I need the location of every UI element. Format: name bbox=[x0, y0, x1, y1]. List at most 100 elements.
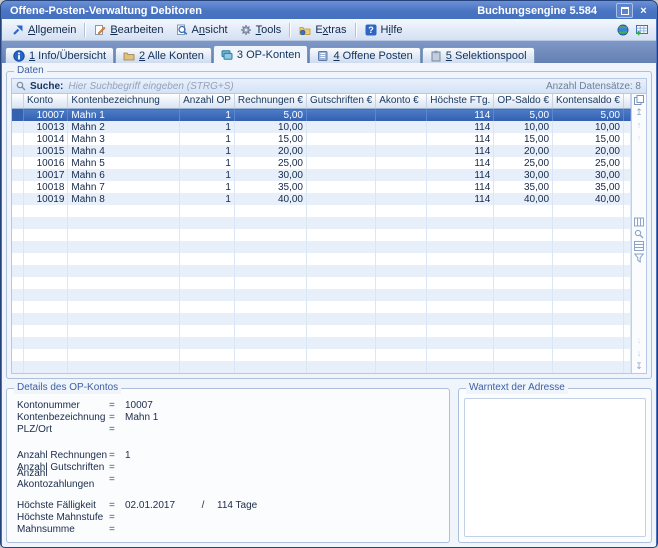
cell-gutschriften[interactable] bbox=[306, 109, 375, 122]
cell-hoechste-ftg[interactable]: 114 bbox=[427, 109, 494, 122]
cell-hoechste-ftg[interactable]: 114 bbox=[427, 157, 494, 169]
cell-op-saldo[interactable]: 30,00 bbox=[494, 169, 553, 181]
cell-kontensaldo[interactable]: 35,00 bbox=[553, 181, 624, 193]
cell-rechnungen[interactable]: 30,00 bbox=[234, 169, 306, 181]
cell-gutschriften[interactable] bbox=[306, 121, 375, 133]
cell-konto[interactable]: 10018 bbox=[23, 181, 67, 193]
window-layers-icon[interactable] bbox=[634, 95, 644, 105]
cell-akonto[interactable] bbox=[376, 169, 427, 181]
globe-icon[interactable] bbox=[617, 24, 629, 36]
cell-akonto[interactable] bbox=[376, 193, 427, 205]
cell-anzahl-op[interactable]: 1 bbox=[180, 193, 235, 205]
row-indicator-cell[interactable] bbox=[12, 193, 23, 205]
cell-gutschriften[interactable] bbox=[306, 181, 375, 193]
row-indicator-cell[interactable] bbox=[12, 109, 23, 122]
cell-name[interactable]: Mahn 4 bbox=[68, 145, 180, 157]
cell-gutschriften[interactable] bbox=[306, 157, 375, 169]
cell-anzahl-op[interactable]: 1 bbox=[180, 157, 235, 169]
cell-akonto[interactable] bbox=[376, 145, 427, 157]
cell-gutschriften[interactable] bbox=[306, 145, 375, 157]
cell-name[interactable]: Mahn 1 bbox=[68, 109, 180, 122]
cell-rechnungen[interactable]: 15,00 bbox=[234, 133, 306, 145]
cell-akonto[interactable] bbox=[376, 121, 427, 133]
grid-summary-icon[interactable] bbox=[634, 241, 644, 251]
cell-rechnungen[interactable]: 40,00 bbox=[234, 193, 306, 205]
cell-konto[interactable]: 10017 bbox=[23, 169, 67, 181]
cell-anzahl-op[interactable]: 1 bbox=[180, 133, 235, 145]
cell-op-saldo[interactable]: 20,00 bbox=[494, 145, 553, 157]
cell-konto[interactable]: 10007 bbox=[23, 109, 67, 122]
cell-akonto[interactable] bbox=[376, 181, 427, 193]
cell-konto[interactable]: 10013 bbox=[23, 121, 67, 133]
table-row[interactable]: 10018Mahn 7135,0011435,0035,00 bbox=[12, 181, 631, 193]
menu-extras[interactable]: Extras bbox=[293, 22, 352, 38]
row-indicator-cell[interactable] bbox=[12, 133, 23, 145]
col-anzahl-op[interactable]: Anzahl OP bbox=[180, 94, 235, 109]
cell-hoechste-ftg[interactable]: 114 bbox=[427, 169, 494, 181]
cell-kontensaldo[interactable]: 15,00 bbox=[553, 133, 624, 145]
cell-gutschriften[interactable] bbox=[306, 169, 375, 181]
cell-hoechste-ftg[interactable]: 114 bbox=[427, 181, 494, 193]
cell-anzahl-op[interactable]: 1 bbox=[180, 145, 235, 157]
cell-rechnungen[interactable]: 35,00 bbox=[234, 181, 306, 193]
grid-search-icon[interactable] bbox=[634, 229, 644, 239]
tab-offene-posten[interactable]: 4 Offene Posten bbox=[309, 47, 420, 63]
row-indicator-cell[interactable] bbox=[12, 121, 23, 133]
cell-anzahl-op[interactable]: 1 bbox=[180, 109, 235, 122]
cell-rechnungen[interactable]: 20,00 bbox=[234, 145, 306, 157]
cell-kontensaldo[interactable]: 40,00 bbox=[553, 193, 624, 205]
cell-anzahl-op[interactable]: 1 bbox=[180, 121, 235, 133]
menu-tools[interactable]: Tools bbox=[234, 22, 288, 38]
cell-kontensaldo[interactable]: 30,00 bbox=[553, 169, 624, 181]
table-row[interactable]: 10014Mahn 3115,0011415,0015,00 bbox=[12, 133, 631, 145]
cell-gutschriften[interactable] bbox=[306, 133, 375, 145]
cell-konto[interactable]: 10016 bbox=[23, 157, 67, 169]
menu-ansicht[interactable]: Ansicht bbox=[170, 22, 234, 38]
table-row[interactable]: 10019Mahn 8140,0011440,0040,00 bbox=[12, 193, 631, 205]
cell-anzahl-op[interactable]: 1 bbox=[180, 169, 235, 181]
close-window-button[interactable]: × bbox=[636, 4, 651, 17]
cell-kontensaldo[interactable]: 5,00 bbox=[553, 109, 624, 122]
warntext-textarea[interactable] bbox=[464, 398, 646, 537]
row-indicator-cell[interactable] bbox=[12, 145, 23, 157]
table-row[interactable]: 10016Mahn 5125,0011425,0025,00 bbox=[12, 157, 631, 169]
menu-allgemein[interactable]: Allgemein bbox=[6, 22, 82, 38]
table-row[interactable]: 10017Mahn 6130,0011430,0030,00 bbox=[12, 169, 631, 181]
table-row[interactable]: 10013Mahn 2110,0011410,0010,00 bbox=[12, 121, 631, 133]
col-kontensaldo[interactable]: Kontensaldo € bbox=[553, 94, 624, 109]
scroll-down-icon[interactable]: ↓ bbox=[637, 348, 642, 359]
cell-name[interactable]: Mahn 2 bbox=[68, 121, 180, 133]
cell-op-saldo[interactable]: 10,00 bbox=[494, 121, 553, 133]
tab-info-uebersicht[interactable]: 1 Info/Übersicht bbox=[5, 47, 114, 63]
tab-op-konten[interactable]: 3 OP-Konten bbox=[213, 45, 309, 63]
col-gutschriften[interactable]: Gutschriften € bbox=[306, 94, 375, 109]
row-indicator-cell[interactable] bbox=[12, 157, 23, 169]
cell-kontensaldo[interactable]: 25,00 bbox=[553, 157, 624, 169]
cell-konto[interactable]: 10019 bbox=[23, 193, 67, 205]
col-op-saldo[interactable]: OP-Saldo € bbox=[494, 94, 553, 109]
cell-akonto[interactable] bbox=[376, 157, 427, 169]
scroll-top-icon[interactable]: ↥ bbox=[635, 107, 643, 118]
cell-konto[interactable]: 10014 bbox=[23, 133, 67, 145]
search-input[interactable] bbox=[68, 81, 538, 92]
filter-icon[interactable] bbox=[634, 253, 644, 263]
cell-name[interactable]: Mahn 5 bbox=[68, 157, 180, 169]
cell-op-saldo[interactable]: 5,00 bbox=[494, 109, 553, 122]
row-indicator-cell[interactable] bbox=[12, 181, 23, 193]
menu-bearbeiten[interactable]: Bearbeiten bbox=[88, 22, 169, 38]
cell-name[interactable]: Mahn 7 bbox=[68, 181, 180, 193]
cell-op-saldo[interactable]: 35,00 bbox=[494, 181, 553, 193]
cell-name[interactable]: Mahn 8 bbox=[68, 193, 180, 205]
cell-op-saldo[interactable]: 40,00 bbox=[494, 193, 553, 205]
table-add-icon[interactable] bbox=[636, 24, 648, 36]
cell-hoechste-ftg[interactable]: 114 bbox=[427, 121, 494, 133]
cell-akonto[interactable] bbox=[376, 109, 427, 122]
scroll-bottom-icon[interactable]: ↧ bbox=[635, 361, 643, 372]
cell-op-saldo[interactable]: 25,00 bbox=[494, 157, 553, 169]
cell-anzahl-op[interactable]: 1 bbox=[180, 181, 235, 193]
col-akonto[interactable]: Akonto € bbox=[376, 94, 427, 109]
cell-kontensaldo[interactable]: 10,00 bbox=[553, 121, 624, 133]
column-chooser-icon[interactable] bbox=[634, 217, 644, 227]
col-kontenbezeichnung[interactable]: Kontenbezeichnung bbox=[68, 94, 180, 109]
cell-akonto[interactable] bbox=[376, 133, 427, 145]
